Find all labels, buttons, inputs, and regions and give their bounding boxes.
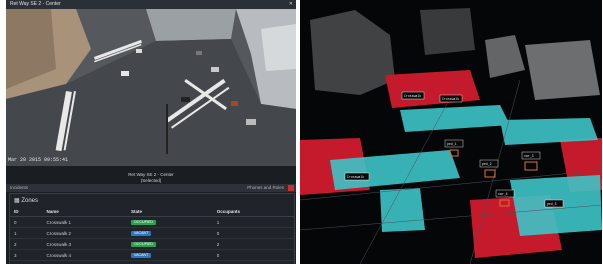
- camera-timestamp: Mar 20 2015 09:55:41: [8, 157, 69, 163]
- zones-title: Zones: [21, 198, 39, 204]
- building-back: [146, 9, 236, 41]
- object-tag-label: ped_5: [547, 202, 557, 206]
- zones-table-header: ID Name State Occupants: [10, 207, 294, 217]
- camera-feed: [6, 9, 296, 166]
- zones-icon: ▦: [14, 198, 20, 204]
- col-name[interactable]: Name: [42, 207, 127, 217]
- col-state[interactable]: State: [126, 207, 213, 217]
- row-occupants: 0: [212, 249, 294, 261]
- zones-table: ID Name State Occupants 0 Crosswalk 1 OC…: [10, 207, 294, 261]
- table-row[interactable]: 3 Crosswalk 4 VACANT 0: [10, 249, 294, 261]
- zones-panel: ▦ Zones ID Name State Occupants 0 Crossw…: [9, 193, 295, 264]
- lidar-panel: Crosswalk Crosswalk ped_1 ped_2 car_3 ca…: [300, 0, 602, 264]
- phones-roles-tab[interactable]: Phones and Roles: [247, 184, 284, 192]
- object-tag-label: car_3: [524, 154, 534, 158]
- object-tag-label: Crosswalk: [347, 175, 364, 179]
- table-row[interactable]: 0 Crosswalk 1 OCCUPIED 1: [10, 216, 294, 228]
- row-name: Crosswalk 2: [42, 227, 127, 239]
- camera-panel: Ret Way SE 2 - Center ✕ Mar 20 2015 09:5…: [6, 0, 296, 264]
- camera-caption: Ret Way SE 2 - Center (Selected): [6, 172, 296, 184]
- lidar-view[interactable]: Crosswalk Crosswalk ped_1 ped_2 car_3 ca…: [300, 0, 602, 264]
- object-tag-label: ped_2: [482, 162, 492, 166]
- row-occupants: 1: [212, 216, 294, 228]
- status-badge: OCCUPIED: [130, 242, 156, 247]
- status-badge: VACANT: [130, 231, 152, 236]
- col-id[interactable]: ID: [10, 207, 43, 217]
- incidents-tab[interactable]: Incidents: [10, 184, 28, 192]
- table-row[interactable]: 1 Crosswalk 2 VACANT 0: [10, 227, 294, 239]
- camera-title-bar: Ret Way SE 2 - Center ✕: [6, 0, 296, 9]
- row-occupants: 0: [212, 227, 294, 239]
- object-tag-label: car_4: [498, 192, 508, 196]
- close-icon[interactable]: ✕: [289, 0, 293, 9]
- table-row[interactable]: 2 Crosswalk 3 OCCUPIED 2: [10, 238, 294, 250]
- row-id: 3: [10, 249, 43, 261]
- row-id: 0: [10, 216, 43, 228]
- row-id: 1: [10, 227, 43, 239]
- row-id: 2: [10, 238, 43, 250]
- zone-cyan: [380, 188, 425, 232]
- zones-toolbar: Incidents Phones and Roles: [6, 184, 296, 192]
- zones-heading: ▦ Zones: [10, 194, 294, 207]
- pointcloud-building-right: [525, 40, 600, 100]
- camera-title: Ret Way SE 2 - Center: [10, 1, 61, 7]
- row-name: Crosswalk 3: [42, 238, 127, 250]
- status-badge: VACANT: [130, 253, 152, 258]
- alert-button[interactable]: [288, 185, 294, 191]
- row-name: Crosswalk 4: [42, 249, 127, 261]
- row-occupants: 2: [212, 238, 294, 250]
- object-tag-label: Crosswalk: [442, 97, 459, 101]
- object-tag-label: Crosswalk: [404, 94, 421, 98]
- col-occupants[interactable]: Occupants: [212, 207, 294, 217]
- status-badge: OCCUPIED: [130, 220, 156, 225]
- object-tag-label: ped_1: [447, 142, 457, 146]
- row-name: Crosswalk 1: [42, 216, 127, 228]
